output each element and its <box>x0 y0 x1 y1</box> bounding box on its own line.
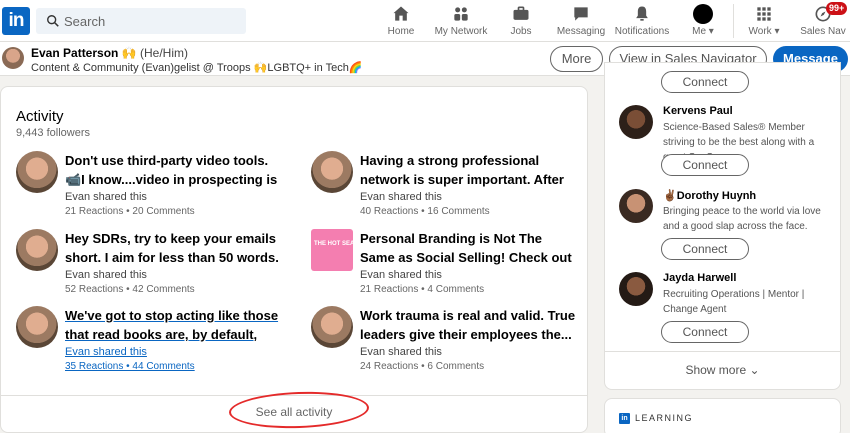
nav-jobs[interactable]: Jobs <box>506 4 536 38</box>
network-icon <box>454 7 468 21</box>
search-bar[interactable]: Search <box>36 8 246 34</box>
post-shared[interactable]: Evan shared this <box>65 346 147 358</box>
post-thumbnail <box>16 306 58 348</box>
activity-post[interactable]: Don't use third-party video tools. 📹I kn… <box>16 151 286 221</box>
thumbnail-text: THE HOT SEAT <box>314 241 358 247</box>
show-more-button[interactable]: Show more ⌄ <box>605 363 840 377</box>
profile-name-text: Evan Patterson 🙌 <box>31 46 137 60</box>
nav-label: Work ▾ <box>748 26 780 37</box>
nav-label: Jobs <box>510 26 532 37</box>
nav-label: My Network <box>434 26 488 37</box>
activity-title: Activity <box>16 108 64 125</box>
home-icon <box>393 6 409 21</box>
post-title: Work trauma is real and valid. True lead… <box>360 308 576 342</box>
avatar <box>693 4 713 24</box>
nav-me[interactable]: Me ▾ <box>686 4 720 38</box>
connect-button[interactable]: Connect <box>661 321 749 343</box>
profile-pronouns: (He/Him) <box>139 46 188 60</box>
nav-label: Sales Nav <box>800 26 846 37</box>
messaging-icon <box>574 7 588 21</box>
nav-my-network[interactable]: My Network <box>433 4 489 38</box>
activity-post[interactable]: Hey SDRs, try to keep your emails short.… <box>16 229 286 299</box>
post-thumbnail <box>311 151 353 193</box>
post-stats: 21 Reactions • 4 Comments <box>360 284 485 295</box>
post-title: Don't use third-party video tools. 📹I kn… <box>65 153 278 187</box>
post-title[interactable]: We've got to stop acting like those that… <box>65 306 285 344</box>
post-stats: 24 Reactions • 6 Comments <box>360 361 485 372</box>
post-stats: 40 Reactions • 16 Comments <box>360 206 490 217</box>
search-placeholder: Search <box>64 14 106 29</box>
person-desc: Bringing peace to the world via love and… <box>663 206 821 232</box>
person-name[interactable]: Jayda Harwell <box>663 272 736 284</box>
connect-button[interactable]: Connect <box>661 238 749 260</box>
nav-label: Me ▾ <box>692 26 714 37</box>
nav-home[interactable]: Home <box>383 4 419 38</box>
nav-messaging[interactable]: Messaging <box>556 4 606 38</box>
top-nav: in Search Home My Network Jobs Messaging… <box>0 0 850 42</box>
person-desc: Recruiting Operations | Mentor | Change … <box>663 289 805 315</box>
post-thumbnail <box>16 151 58 193</box>
post-stats: 21 Reactions • 20 Comments <box>65 206 195 217</box>
nav-divider <box>733 4 734 38</box>
post-title: Having a strong professional network is … <box>360 153 564 187</box>
followers-count: 9,443 followers <box>16 127 90 139</box>
avatar[interactable] <box>619 105 653 139</box>
bell-icon <box>636 6 648 21</box>
grid-icon <box>757 7 771 21</box>
activity-post[interactable]: Work trauma is real and valid. True lead… <box>311 306 581 376</box>
nav-label: Messaging <box>556 26 606 37</box>
post-shared: Evan shared this <box>360 269 442 281</box>
linkedin-logo-icon[interactable]: in <box>2 7 30 35</box>
activity-post[interactable]: We've got to stop acting like those that… <box>16 306 286 376</box>
post-shared: Evan shared this <box>360 346 442 358</box>
post-stats: 52 Reactions • 42 Comments <box>65 284 195 295</box>
post-shared: Evan shared this <box>360 191 442 203</box>
post-thumbnail <box>311 306 353 348</box>
activity-post[interactable]: THE HOT SEAT Personal Branding is Not Th… <box>311 229 581 299</box>
post-thumbnail <box>16 229 58 271</box>
search-icon <box>47 15 59 27</box>
nav-label: Notifications <box>614 26 670 37</box>
post-shared: Evan shared this <box>65 191 147 203</box>
notification-badge: 99+ <box>826 2 848 15</box>
learning-card[interactable]: in LEARNING <box>604 398 841 433</box>
nav-work[interactable]: Work ▾ <box>745 4 783 38</box>
profile-name: Evan Patterson 🙌 (He/Him) <box>31 46 188 60</box>
connect-button[interactable]: Connect <box>661 154 749 176</box>
person-name[interactable]: ✌🏾Dorothy Huynh <box>663 189 756 202</box>
post-shared: Evan shared this <box>65 269 147 281</box>
post-thumbnail: THE HOT SEAT <box>311 229 358 271</box>
more-button[interactable]: More <box>550 46 603 72</box>
person-name[interactable]: Kervens Paul <box>663 105 733 117</box>
nav-notifications[interactable]: Notifications <box>612 4 672 38</box>
briefcase-icon <box>513 6 529 20</box>
divider <box>605 351 840 352</box>
connect-button[interactable]: Connect <box>661 71 749 93</box>
people-also-viewed: Connect Kervens Paul Science-Based Sales… <box>604 62 841 390</box>
avatar[interactable] <box>2 47 24 69</box>
nav-label: Home <box>387 26 415 37</box>
linkedin-learning-icon: in <box>619 413 630 424</box>
avatar[interactable] <box>619 189 653 223</box>
activity-post[interactable]: Having a strong professional network is … <box>311 151 581 221</box>
avatar[interactable] <box>619 272 653 306</box>
profile-headline: Content & Community (Evan)gelist @ Troop… <box>31 62 363 74</box>
learning-title: LEARNING <box>635 413 694 423</box>
post-stats[interactable]: 35 Reactions • 44 Comments <box>65 361 195 372</box>
activity-card: Activity 9,443 followers Don't use third… <box>0 86 588 433</box>
post-title: Personal Branding is Not The Same as Soc… <box>360 231 572 265</box>
post-title: Hey SDRs, try to keep your emails short.… <box>65 231 279 265</box>
